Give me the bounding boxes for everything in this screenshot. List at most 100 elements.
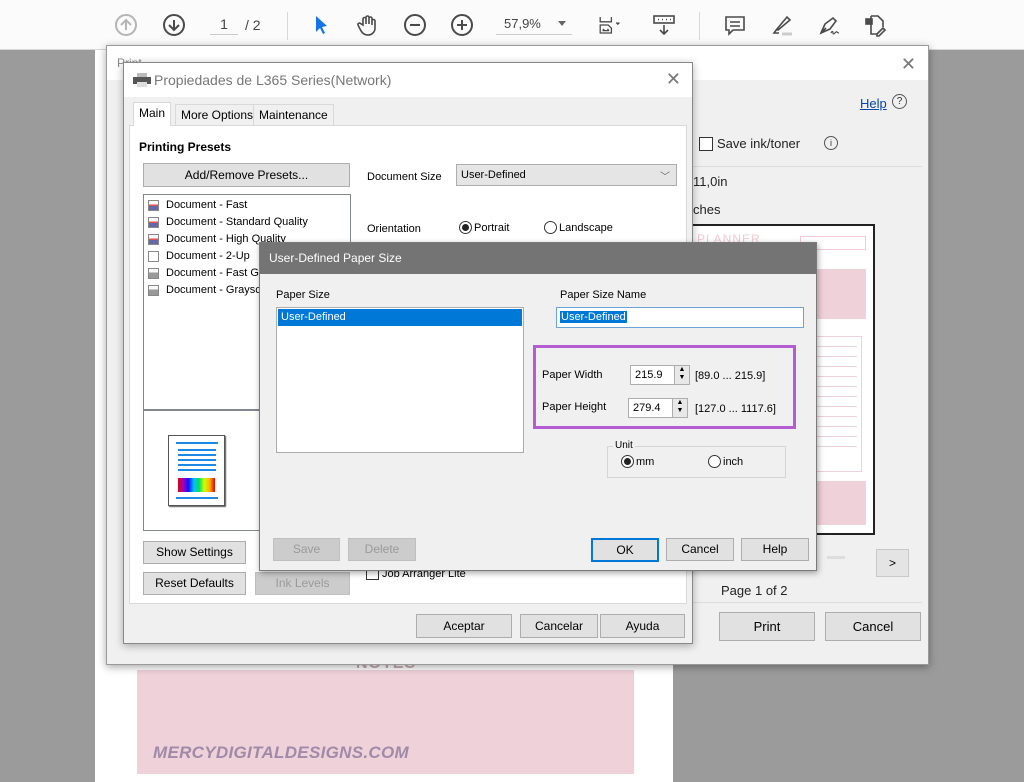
- hand-tool-icon[interactable]: [355, 12, 381, 38]
- next-page-button[interactable]: >: [876, 549, 909, 577]
- paper-height-value: 279.4: [633, 402, 661, 414]
- toolbar-divider: [287, 12, 288, 40]
- prev-page-icon[interactable]: [113, 12, 139, 38]
- preset-2up-icon: [148, 250, 159, 262]
- ok-button[interactable]: OK: [591, 538, 659, 562]
- props-cancel-button[interactable]: Cancelar: [520, 614, 598, 638]
- printer-icon: [133, 73, 151, 87]
- delete-button[interactable]: Delete: [348, 538, 416, 561]
- unit-inch-radio[interactable]: inch: [708, 455, 743, 468]
- list-item[interactable]: Document - Grayscale: [148, 284, 275, 296]
- save-ink-checkbox[interactable]: Save ink/toner: [699, 136, 800, 151]
- doc-brand-text: MERCYDIGITALDESIGNS.COM: [153, 743, 409, 762]
- comment-icon[interactable]: [722, 12, 748, 38]
- user-defined-paper-size-dialog: User-Defined Paper Size Paper Size User-…: [259, 242, 817, 571]
- divider: [690, 602, 922, 603]
- list-item[interactable]: Document - Standard Quality: [148, 216, 308, 228]
- properties-title: Propiedades de L365 Series(Network): [154, 72, 392, 88]
- tab-main[interactable]: Main: [133, 102, 172, 126]
- page-number-input[interactable]: 1: [210, 16, 238, 35]
- reset-defaults-button[interactable]: Reset Defaults: [143, 572, 246, 595]
- next-page-icon[interactable]: [161, 12, 187, 38]
- paper-size-name-value: User-Defined: [560, 311, 627, 323]
- share-edit-icon[interactable]: [862, 12, 888, 38]
- unit-mm-radio[interactable]: mm: [621, 455, 654, 468]
- preview-scrollbar[interactable]: [827, 556, 845, 559]
- acrobat-toolbar: 1 / 2 57,9%: [0, 0, 1024, 50]
- paper-size-name-label: Paper Size Name: [560, 289, 647, 301]
- page-indicator: Page 1 of 2: [721, 583, 788, 598]
- select-arrow-icon[interactable]: [308, 12, 334, 38]
- toolbar-divider: [699, 12, 700, 40]
- paper-size-label: Paper Size: [276, 289, 330, 301]
- paper-size-text: 11,0in: [693, 174, 728, 189]
- show-settings-button[interactable]: Show Settings: [143, 541, 246, 564]
- zoom-level-value: 57,9%: [504, 16, 541, 31]
- close-icon[interactable]: ✕: [901, 54, 916, 75]
- page-total: / 2: [245, 17, 261, 33]
- orientation-landscape-radio[interactable]: Landscape: [544, 221, 613, 234]
- preset-grayscale-icon: [148, 284, 159, 296]
- chevron-down-icon: ﹀: [660, 172, 670, 183]
- document-size-label: Document Size: [367, 171, 442, 183]
- tab-maintenance[interactable]: Maintenance: [253, 104, 334, 125]
- radio-unselected[interactable]: [544, 221, 557, 234]
- paper-width-value: 215.9: [635, 369, 663, 381]
- radio-unselected[interactable]: [708, 455, 721, 468]
- list-item[interactable]: Document - Fast: [148, 199, 247, 211]
- fit-page-icon[interactable]: [592, 12, 626, 38]
- paper-width-spinner[interactable]: 215.9 ▲ ▼: [630, 365, 690, 385]
- document-size-select[interactable]: User-Defined ﹀: [456, 164, 677, 186]
- preset-document-icon: [148, 216, 159, 228]
- document-preview-icon: [168, 435, 225, 506]
- list-item[interactable]: Document - 2-Up: [148, 250, 250, 262]
- ud-help-button[interactable]: Help: [741, 538, 809, 561]
- properties-titlebar: Propiedades de L365 Series(Network) ✕: [124, 63, 692, 97]
- units-text: ches: [693, 202, 721, 217]
- document-size-value: User-Defined: [461, 169, 526, 181]
- list-item-selected[interactable]: User-Defined: [278, 309, 522, 326]
- close-icon[interactable]: ✕: [666, 69, 681, 90]
- ud-titlebar: User-Defined Paper Size: [260, 243, 816, 274]
- ud-cancel-button[interactable]: Cancel: [666, 538, 734, 561]
- tab-more-options[interactable]: More Options: [175, 104, 260, 125]
- add-remove-presets-button[interactable]: Add/Remove Presets...: [143, 163, 350, 187]
- preset-document-icon: [148, 233, 159, 245]
- ud-title: User-Defined Paper Size: [269, 251, 402, 265]
- spinner-arrows-icon[interactable]: ▲ ▼: [672, 399, 687, 417]
- zoom-level-dropdown[interactable]: 57,9%: [496, 16, 572, 35]
- preset-grayscale-icon: [148, 267, 159, 279]
- radio-selected[interactable]: [459, 221, 472, 234]
- spinner-arrows-icon[interactable]: ▲ ▼: [674, 366, 689, 384]
- scroll-mode-icon[interactable]: [651, 12, 677, 38]
- help-question-icon[interactable]: ?: [892, 94, 907, 109]
- save-button[interactable]: Save: [273, 538, 340, 561]
- paper-height-range: [127.0 ... 1117.6]: [695, 403, 776, 415]
- orientation-portrait-radio[interactable]: Portrait: [459, 221, 509, 234]
- printing-presets-heading: Printing Presets: [139, 140, 232, 154]
- paper-height-spinner[interactable]: 279.4 ▲ ▼: [628, 398, 688, 418]
- chevron-down-icon: [558, 21, 566, 26]
- accept-button[interactable]: Aceptar: [416, 614, 512, 638]
- help-link[interactable]: Help: [860, 96, 887, 111]
- paper-width-range: [89.0 ... 215.9]: [695, 370, 766, 382]
- print-button[interactable]: Print: [719, 612, 815, 641]
- ink-levels-button[interactable]: Ink Levels: [255, 572, 350, 595]
- zoom-out-icon[interactable]: [402, 12, 428, 38]
- info-icon[interactable]: i: [824, 136, 838, 150]
- orientation-label: Orientation: [367, 223, 421, 235]
- paper-height-label: Paper Height: [542, 401, 607, 413]
- sign-icon[interactable]: [816, 12, 842, 38]
- zoom-in-icon[interactable]: [449, 12, 475, 38]
- paper-size-list[interactable]: User-Defined: [276, 307, 524, 453]
- preset-document-icon: [148, 199, 159, 211]
- save-ink-label: Save ink/toner: [717, 136, 801, 151]
- paper-size-name-input[interactable]: User-Defined: [556, 307, 804, 328]
- print-cancel-button[interactable]: Cancel: [825, 612, 921, 641]
- highlight-icon[interactable]: [769, 12, 795, 38]
- radio-selected[interactable]: [621, 455, 634, 468]
- checkbox[interactable]: [699, 136, 713, 151]
- paper-width-label: Paper Width: [542, 369, 603, 381]
- unit-label: Unit: [613, 440, 635, 451]
- props-help-button[interactable]: Ayuda: [600, 614, 685, 638]
